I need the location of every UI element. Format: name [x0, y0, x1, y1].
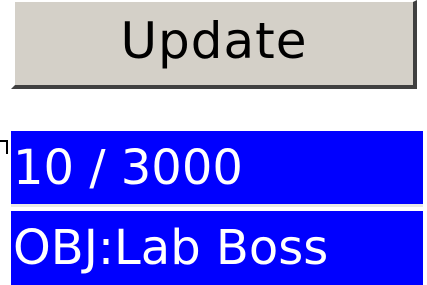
objective-label: OBJ:Lab Boss: [11, 211, 423, 285]
update-button[interactable]: Update: [11, 0, 417, 89]
bracket-mark: [0, 140, 8, 154]
update-button-label: Update: [120, 11, 308, 70]
game-hud-panel: Update 10 / 3000 OBJ:Lab Boss: [0, 0, 427, 285]
progress-counter: 10 / 3000: [11, 131, 423, 207]
